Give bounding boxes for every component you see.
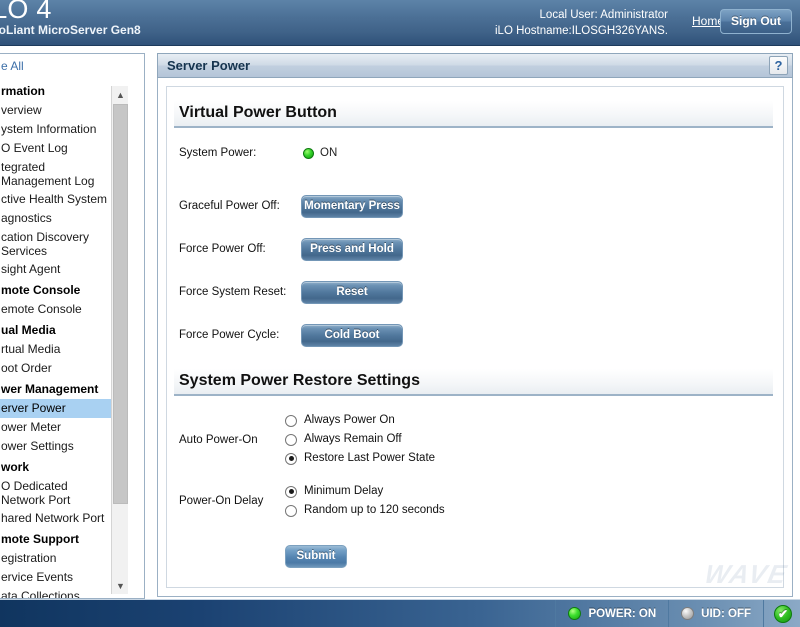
power-action-button[interactable]: Cold Boot <box>301 323 403 347</box>
power-action-row: Force Power Off: Press and Hold <box>167 237 783 261</box>
sidebar-item[interactable]: ata Collections <box>0 587 117 598</box>
power-on-delay-group: Power-On Delay Minimum Delay Random up to… <box>167 483 783 519</box>
status-power-label: POWER: ON <box>588 607 657 620</box>
health-check-icon: ✔ <box>774 604 792 623</box>
sidebar-item[interactable]: erver Power <box>0 399 117 418</box>
radio-button-icon[interactable] <box>285 504 297 517</box>
radio-option-label: Random up to 120 seconds <box>304 504 445 516</box>
radio-option[interactable]: Always Remain Off <box>285 431 435 448</box>
system-power-label: System Power: <box>179 147 257 159</box>
sidebar-item[interactable]: oot Order <box>0 359 117 378</box>
scroll-down-arrow-icon[interactable]: ▼ <box>112 577 129 594</box>
radio-button-icon[interactable] <box>285 485 297 498</box>
product-name: iLO 4 <box>0 0 52 24</box>
power-on-delay-options: Minimum Delay Random up to 120 seconds <box>285 483 445 519</box>
radio-option[interactable]: Random up to 120 seconds <box>285 502 445 519</box>
status-power-cell[interactable]: POWER: ON <box>555 600 668 627</box>
sidebar-scrollbar[interactable]: ▲ ▼ <box>111 86 128 594</box>
sidebar-list: e All rmation verview ystem Information O E… <box>0 54 117 598</box>
sidebar-item[interactable]: wer Management <box>0 378 117 399</box>
submit-row: Submit <box>167 545 783 568</box>
power-action-button[interactable]: Momentary Press <box>301 194 403 218</box>
main-content: Server Power ? Virtual Power Button Syst… <box>157 53 793 599</box>
power-action-button[interactable]: Reset <box>301 280 403 304</box>
virtual-power-heading: Virtual Power Button <box>174 101 773 128</box>
sidebar-item[interactable]: emote Console <box>0 300 117 319</box>
scrollbar-thumb[interactable] <box>113 104 128 504</box>
system-power-row: System Power: ON <box>167 142 783 164</box>
sidebar-item[interactable]: mote Console <box>0 279 117 300</box>
power-action-row: Graceful Power Off: Momentary Press <box>167 194 783 218</box>
server-model: ProLiant MicroServer Gen8 <box>0 23 141 37</box>
sidebar-item[interactable]: ower Meter <box>0 418 117 437</box>
sidebar-item[interactable]: work <box>0 456 117 477</box>
radio-option-label: Always Power On <box>304 414 395 426</box>
auto-power-on-group: Auto Power-On Always Power On Always Rema… <box>167 412 783 467</box>
radio-button-icon[interactable] <box>285 414 297 427</box>
sidebar-item[interactable]: rmation <box>0 80 117 101</box>
sidebar-expand-all-link[interactable]: e All <box>0 54 117 80</box>
radio-option[interactable]: Minimum Delay <box>285 483 445 500</box>
panel-body: Virtual Power Button System Power: ON Gr… <box>157 78 793 597</box>
ilo-hostname-label: iLO Hostname:ILOSGH326YANS. <box>495 25 668 37</box>
sidebar-item[interactable]: egistration <box>0 549 117 568</box>
power-action-row: Force Power Cycle: Cold Boot <box>167 323 783 347</box>
radio-option[interactable]: Restore Last Power State <box>285 450 435 467</box>
radio-button-icon[interactable] <box>285 452 297 465</box>
sidebar-item[interactable]: ctive Health System Log <box>0 190 117 209</box>
sidebar-item[interactable]: cation Discovery Services <box>0 228 117 260</box>
sidebar-item[interactable]: ower Settings <box>0 437 117 456</box>
ilo-web-interface: iLO 4 ProLiant MicroServer Gen8 Local Us… <box>0 0 800 627</box>
radio-button-icon[interactable] <box>285 433 297 446</box>
status-bar: POWER: ON UID: OFF ✔ <box>0 599 800 627</box>
brand-block: iLO 4 ProLiant MicroServer Gen8 <box>0 0 141 37</box>
restore-settings-heading: System Power Restore Settings <box>174 369 773 396</box>
panel-title-bar: Server Power ? <box>157 53 793 78</box>
radio-option-label: Minimum Delay <box>304 485 384 497</box>
sign-out-button[interactable]: Sign Out <box>720 9 792 34</box>
sidebar-item[interactable]: mote Support <box>0 528 117 549</box>
page-title: Server Power <box>167 58 251 73</box>
power-action-label: Force System Reset: <box>179 286 287 298</box>
sidebar-item[interactable]: hared Network Port <box>0 509 117 528</box>
power-action-label: Graceful Power Off: <box>179 200 280 212</box>
system-power-value: ON <box>320 147 338 159</box>
sidebar-item[interactable]: ual Media <box>0 319 117 340</box>
sidebar: e All rmation verview ystem Information O E… <box>0 53 145 599</box>
sidebar-item[interactable]: sight Agent <box>0 260 117 279</box>
status-uid-cell[interactable]: UID: OFF <box>668 600 763 627</box>
submit-button[interactable]: Submit <box>285 545 347 568</box>
auto-power-on-options: Always Power On Always Remain Off Restore … <box>285 412 435 467</box>
power-action-list: Graceful Power Off: Momentary Press Force … <box>167 194 783 347</box>
sidebar-item[interactable]: tegrated Management Log <box>0 158 117 190</box>
radio-option[interactable]: Always Power On <box>285 412 435 429</box>
session-info: Local User: Administrator iLO Hostname:I… <box>495 7 668 39</box>
power-action-row: Force System Reset: Reset <box>167 280 783 304</box>
sidebar-item[interactable]: ystem Information <box>0 120 117 139</box>
help-icon[interactable]: ? <box>769 56 788 75</box>
sidebar-item[interactable]: agnostics <box>0 209 117 228</box>
radio-option-label: Always Remain Off <box>304 433 402 445</box>
status-uid-label: UID: OFF <box>701 607 751 620</box>
auto-power-on-label: Auto Power-On <box>179 433 258 446</box>
power-action-button[interactable]: Press and Hold <box>301 237 403 261</box>
power-on-delay-label: Power-On Delay <box>179 495 264 507</box>
panel-inner-frame: Virtual Power Button System Power: ON Gr… <box>166 86 784 588</box>
sidebar-item[interactable]: verview <box>0 101 117 120</box>
sidebar-item[interactable]: O Dedicated Network Port <box>0 477 117 509</box>
power-action-label: Force Power Cycle: <box>179 329 280 341</box>
app-header: iLO 4 ProLiant MicroServer Gen8 Local Us… <box>0 0 800 46</box>
sidebar-item[interactable]: O Event Log <box>0 139 117 158</box>
scroll-up-arrow-icon[interactable]: ▲ <box>112 86 129 103</box>
power-led-icon <box>568 607 582 620</box>
sidebar-item[interactable]: ervice Events <box>0 568 117 587</box>
radio-option-label: Restore Last Power State <box>304 452 436 464</box>
sidebar-item[interactable]: rtual Media <box>0 340 117 359</box>
uid-led-icon <box>681 607 695 620</box>
power-status-led-icon <box>303 147 314 159</box>
status-health-cell[interactable]: ✔ <box>763 600 800 627</box>
power-action-label: Force Power Off: <box>179 243 266 255</box>
local-user-label: Local User: Administrator <box>539 9 668 21</box>
